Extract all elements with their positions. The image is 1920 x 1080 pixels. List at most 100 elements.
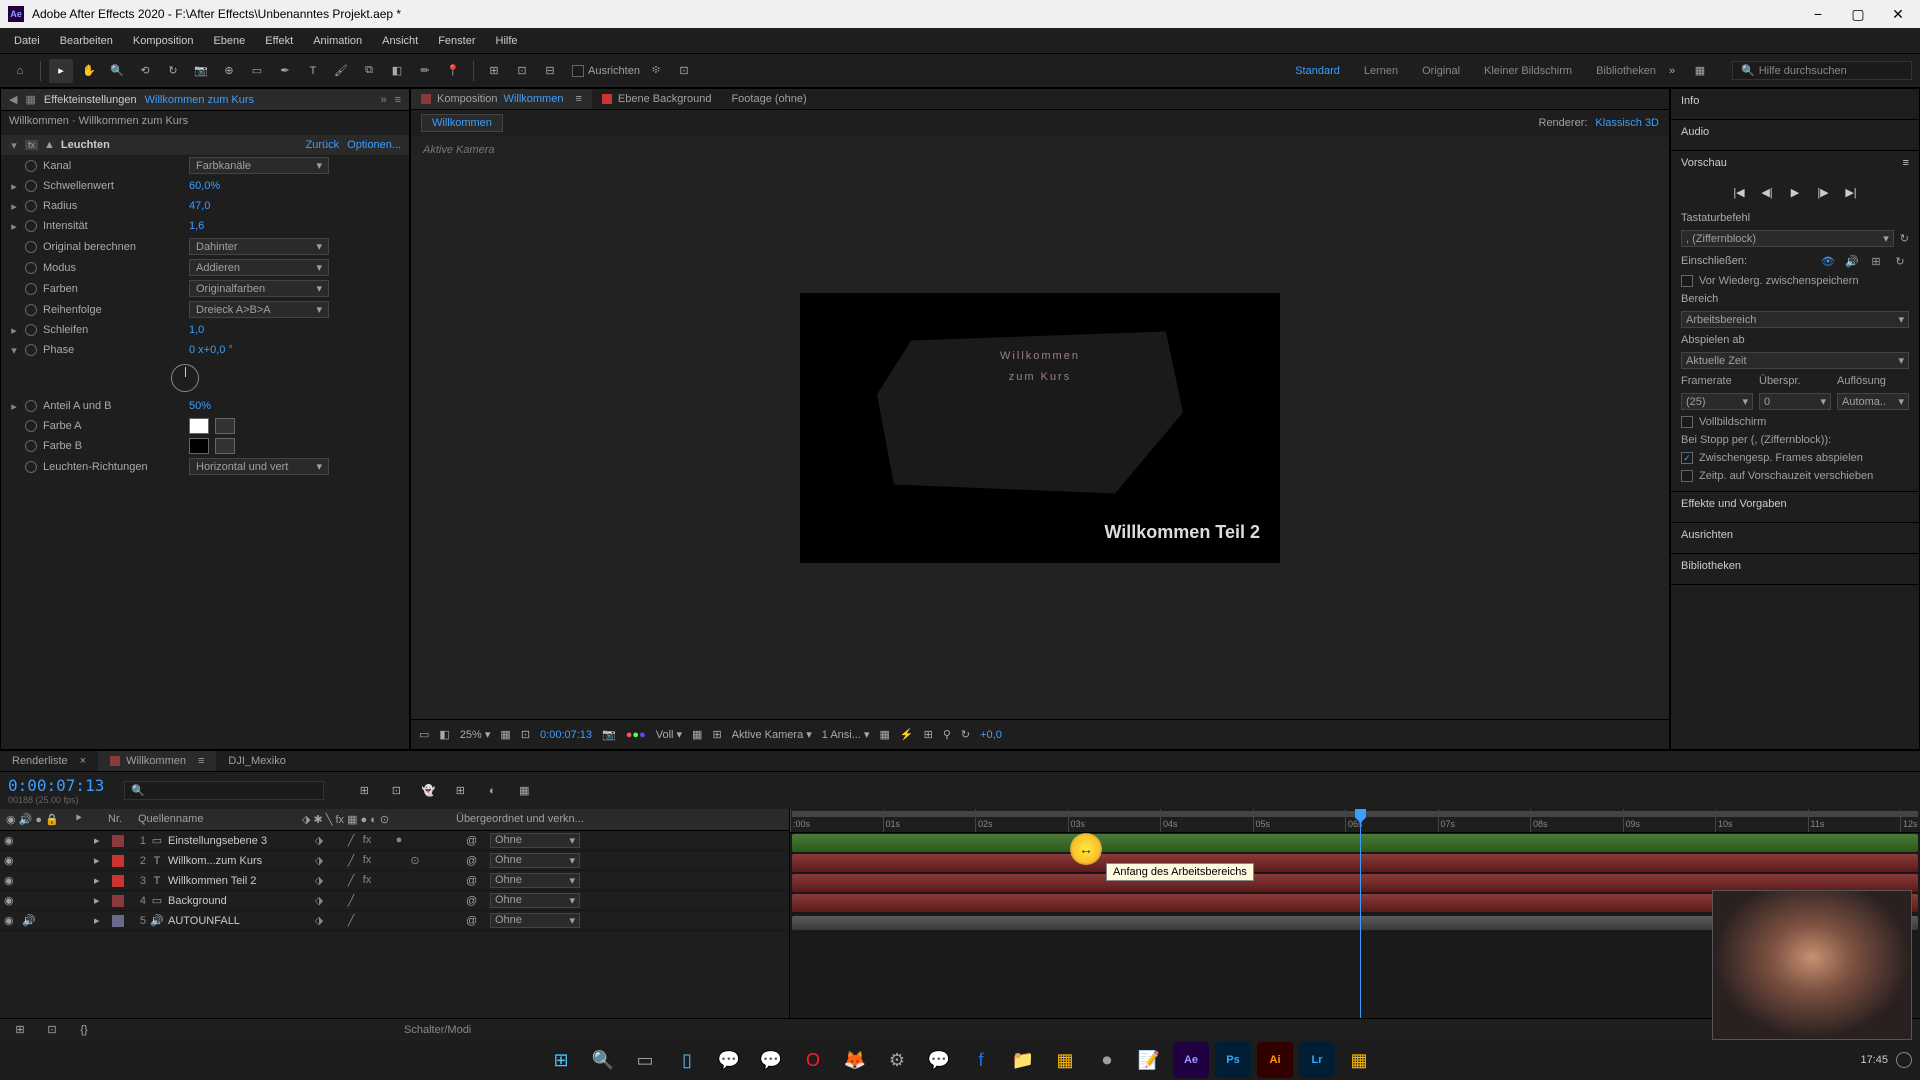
toggle-modes-icon[interactable]: ⊡	[40, 1018, 64, 1042]
align-checkbox[interactable]	[572, 65, 584, 77]
stopwatch-icon[interactable]	[25, 344, 37, 356]
stopwatch-icon[interactable]	[25, 400, 37, 412]
stopwatch-icon[interactable]	[25, 200, 37, 212]
effects-prev-icon[interactable]: ◀	[9, 93, 17, 106]
reset-link[interactable]: Zurück	[306, 139, 340, 151]
effect-twirl[interactable]: ▾	[9, 139, 19, 152]
snap-options-icon[interactable]: ⊡	[672, 59, 696, 83]
cache-checkbox[interactable]	[1681, 275, 1693, 287]
stopwatch-icon[interactable]	[25, 160, 37, 172]
eyedropper-icon[interactable]	[215, 438, 235, 454]
layer-name[interactable]: Willkom...zum Kurs	[168, 855, 308, 867]
uberspr-dropdown[interactable]: 0▾	[1759, 393, 1831, 410]
track[interactable]	[790, 853, 1920, 873]
alpha-icon[interactable]: ◧	[439, 728, 449, 741]
richtungen-dropdown[interactable]: Horizontal und vert▾	[189, 458, 329, 475]
layer-row[interactable]: ◉▸2TWillkom...zum Kurs⬗╱fx⊙@Ohne▾	[0, 851, 789, 871]
brackets-icon[interactable]: {}	[72, 1018, 96, 1042]
camera-dropdown[interactable]: Aktive Kamera ▾	[732, 728, 812, 741]
pan-behind-tool[interactable]: ⊕	[217, 59, 241, 83]
visibility-icon[interactable]: ◉	[4, 914, 18, 927]
world-axis-icon[interactable]: ⊡	[510, 59, 534, 83]
menu-ansicht[interactable]: Ansicht	[372, 31, 428, 51]
effects-grid-icon[interactable]: ▦	[25, 93, 35, 106]
audio-icon[interactable]: 🔊	[22, 914, 36, 927]
include-video-icon[interactable]: 👁	[1819, 253, 1837, 269]
stopwatch-icon[interactable]	[25, 440, 37, 452]
layer-twirl[interactable]: ▸	[94, 834, 108, 847]
first-frame-button[interactable]: |◀	[1730, 183, 1748, 201]
layer-twirl[interactable]: ▸	[94, 914, 108, 927]
workspace-kleiner-bildschirm[interactable]: Kleiner Bildschirm	[1484, 65, 1572, 77]
3d-icon[interactable]: ⚲	[943, 728, 951, 741]
roto-tool[interactable]: ✏	[413, 59, 437, 83]
messenger-icon[interactable]: 💬	[921, 1042, 957, 1078]
layer-name[interactable]: AUTOUNFALL	[168, 915, 308, 927]
effect-enable-icon[interactable]: ▲	[44, 139, 55, 151]
orbit-tool[interactable]: ⟲	[133, 59, 157, 83]
vollbild-checkbox[interactable]	[1681, 416, 1693, 428]
auflosung-dropdown[interactable]: Automa..▾	[1837, 393, 1909, 410]
include-audio-icon[interactable]: 🔊	[1843, 253, 1861, 269]
comp-tab[interactable]: Footage (ohne)	[721, 89, 816, 109]
align-panel-tab[interactable]: Ausrichten	[1681, 529, 1909, 541]
snapping-icon[interactable]: ፨	[644, 59, 668, 83]
layer-color[interactable]	[112, 855, 124, 867]
menu-ebene[interactable]: Ebene	[203, 31, 255, 51]
maximize-button[interactable]: ▢	[1844, 0, 1872, 28]
farbe-a-swatch[interactable]	[189, 418, 209, 434]
notifications-icon[interactable]	[1896, 1052, 1912, 1068]
notepad-icon[interactable]: 📝	[1131, 1042, 1167, 1078]
stopwatch-icon[interactable]	[25, 262, 37, 274]
timeline-search-input[interactable]: 🔍	[124, 781, 324, 800]
timeline-tab[interactable]: Willkommen≡	[98, 751, 216, 771]
menu-bearbeiten[interactable]: Bearbeiten	[50, 31, 123, 51]
layer-color[interactable]	[112, 915, 124, 927]
pen-tool[interactable]: ✒	[273, 59, 297, 83]
app2-icon[interactable]: ▦	[1047, 1042, 1083, 1078]
menu-datei[interactable]: Datei	[4, 31, 50, 51]
workspace-lernen[interactable]: Lernen	[1364, 65, 1398, 77]
stopwatch-icon[interactable]	[25, 304, 37, 316]
puppet-tool[interactable]: 📍	[441, 59, 465, 83]
motion-blur-icon[interactable]: ◐	[480, 779, 504, 803]
selection-tool[interactable]: ▸	[49, 59, 73, 83]
reload-icon[interactable]: ↻	[1900, 232, 1909, 245]
layer-name[interactable]: Einstellungsebene 3	[168, 835, 308, 847]
kanal-dropdown[interactable]: Farbkanäle▾	[189, 157, 329, 174]
workspace-original[interactable]: Original	[1422, 65, 1460, 77]
stopwatch-icon[interactable]	[25, 324, 37, 336]
info-panel-tab[interactable]: Info	[1681, 95, 1909, 107]
toggle-switches-icon[interactable]: ⊞	[8, 1018, 32, 1042]
bereich-dropdown[interactable]: Arbeitsbereich▾	[1681, 311, 1909, 328]
eyedropper-icon[interactable]	[215, 418, 235, 434]
help-search-input[interactable]: 🔍Hilfe durchsuchen	[1732, 61, 1912, 80]
effect-name[interactable]: Leuchten	[61, 139, 201, 151]
stopwatch-icon[interactable]	[25, 220, 37, 232]
magnification-dropdown[interactable]: 25% ▾	[460, 728, 491, 741]
type-tool[interactable]: T	[301, 59, 325, 83]
layer-row[interactable]: ◉▸4▭Background⬗╱@Ohne▾	[0, 891, 789, 911]
comp-breadcrumb[interactable]: Willkommen	[421, 114, 503, 132]
firefox-icon[interactable]: 🦊	[837, 1042, 873, 1078]
audio-panel-tab[interactable]: Audio	[1681, 126, 1909, 138]
obs-icon[interactable]: ⏺	[1089, 1042, 1125, 1078]
visibility-icon[interactable]: ◉	[4, 854, 18, 867]
layer-bar[interactable]	[792, 834, 1918, 852]
pickwhip-icon[interactable]: @	[466, 835, 486, 847]
playhead[interactable]	[1360, 809, 1361, 1018]
comp-mini-flowchart-icon[interactable]: ⊞	[352, 779, 376, 803]
pickwhip-icon[interactable]: @	[466, 875, 486, 887]
switch-modes-label[interactable]: Schalter/Modi	[404, 1024, 471, 1036]
stopwatch-icon[interactable]	[25, 461, 37, 473]
schwellenwert-value[interactable]: 60,0%	[189, 180, 220, 192]
composition-viewer[interactable]: Aktive Kamera Willkommenzum Kurs Willkom…	[411, 136, 1669, 719]
channel-icon[interactable]: ●●●	[626, 729, 646, 741]
next-frame-button[interactable]: |▶	[1814, 183, 1832, 201]
graph-editor-icon[interactable]: ▦	[512, 779, 536, 803]
eraser-tool[interactable]: ◧	[385, 59, 409, 83]
visibility-icon[interactable]: ◉	[4, 894, 18, 907]
guides-icon[interactable]: ⊞	[712, 728, 721, 741]
workspace-panel-icon[interactable]: ▦	[1688, 59, 1712, 83]
stopwatch-icon[interactable]	[25, 241, 37, 253]
